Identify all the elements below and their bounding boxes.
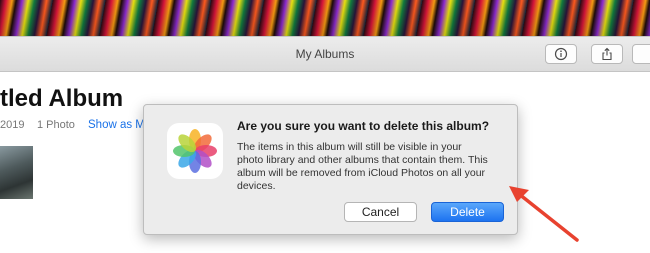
- title-bar: My Albums: [0, 37, 650, 72]
- show-as-link[interactable]: Show as M: [88, 119, 145, 131]
- album-photo-count: 1 Photo: [37, 119, 75, 131]
- delete-button[interactable]: Delete: [431, 202, 504, 222]
- photo-thumbnail[interactable]: [0, 146, 33, 199]
- info-button[interactable]: [545, 44, 577, 64]
- album-title: tled Album: [0, 85, 124, 112]
- album-year: 2019: [0, 119, 25, 131]
- share-icon: [602, 47, 612, 61]
- delete-album-dialog: Are you sure you want to delete this alb…: [143, 104, 518, 235]
- toolbar-overflow-button[interactable]: [632, 44, 650, 64]
- dialog-heading: Are you sure you want to delete this alb…: [237, 119, 490, 133]
- share-button[interactable]: [591, 44, 623, 64]
- desktop-wallpaper: [0, 0, 650, 40]
- dialog-message-line: The items in this album will still be vi…: [237, 141, 462, 153]
- dialog-message-line: devices.: [237, 180, 276, 192]
- annotation-arrow-icon: [509, 186, 579, 242]
- cancel-button[interactable]: Cancel: [344, 202, 417, 222]
- dialog-message: The items in this album will still be vi…: [237, 141, 509, 193]
- photos-app-icon: [167, 123, 223, 179]
- info-icon: [554, 47, 568, 61]
- dialog-message-line: photo library and other albums that cont…: [237, 154, 488, 166]
- dialog-message-line: album will be removed from iCloud Photos…: [237, 167, 486, 179]
